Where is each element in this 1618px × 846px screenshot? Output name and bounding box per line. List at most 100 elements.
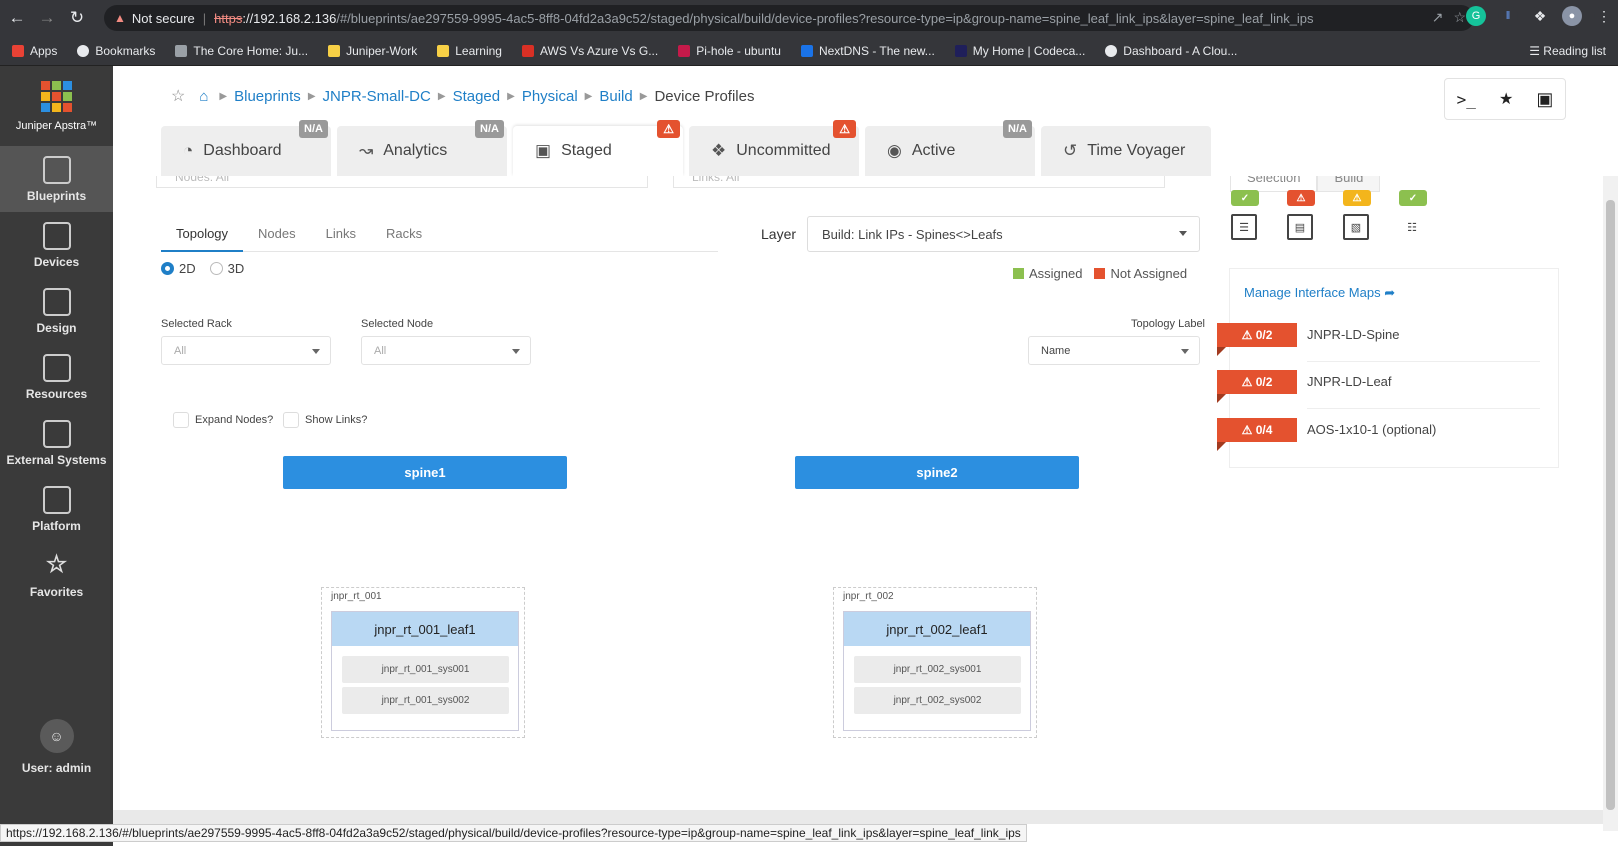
terminal-icon[interactable]: >_	[1457, 90, 1476, 109]
extension-icon[interactable]: ‖	[1498, 6, 1518, 26]
selected-node-select[interactable]: All	[361, 336, 531, 365]
tab-racks[interactable]: Racks	[371, 220, 437, 252]
bug-icon[interactable]: ★	[1499, 89, 1513, 109]
interface-map-row[interactable]: ⚠ 0/4 AOS-1x10-1 (optional)	[1217, 418, 1547, 466]
radio-2d[interactable]	[161, 262, 174, 275]
bookmark-apps[interactable]: Apps	[12, 44, 57, 58]
tab-analytics[interactable]: ↝ Analytics N/A	[337, 120, 507, 176]
sidebar-item-label: Resources	[25, 386, 88, 401]
tab-label: Dashboard	[203, 142, 282, 159]
breadcrumb-link[interactable]: JNPR-Small-DC	[323, 88, 431, 105]
breadcrumb-link[interactable]: Blueprints	[234, 88, 301, 105]
nodes-filter[interactable]: Nodes: All	[156, 176, 648, 188]
tab-label: Active	[911, 142, 956, 159]
breadcrumb-link[interactable]: Build	[599, 88, 632, 105]
grammarly-extension-icon[interactable]: G	[1466, 6, 1486, 26]
brand[interactable]: Juniper Apstra™	[0, 66, 113, 146]
sidebar-item-favorites[interactable]: ☆ Favorites	[0, 542, 113, 608]
bookmark-juniper-work[interactable]: Juniper-Work	[328, 44, 417, 58]
bookmark-codecademy[interactable]: My Home | Codeca...	[954, 44, 1085, 58]
system-node[interactable]: jnpr_rt_002_sys002	[854, 687, 1021, 714]
leaf-node[interactable]: jnpr_rt_001_leaf1	[332, 612, 518, 646]
back-icon[interactable]: ←	[4, 5, 30, 31]
unlock-icon[interactable]: ▣	[1536, 89, 1553, 110]
blueprint-header: ☆ ⌂ ▶ Blueprints ▶ JNPR-Small-DC ▶ Stage…	[113, 66, 1618, 176]
address-bar[interactable]: ▲ Not secure | https ://192.168.2.136 /#…	[104, 5, 1474, 31]
expand-nodes-checkbox[interactable]	[173, 412, 189, 428]
share-icon[interactable]: ↗	[1432, 9, 1444, 26]
favorite-star-icon[interactable]: ☆	[171, 86, 185, 106]
radio-3d[interactable]	[209, 262, 223, 275]
leaf-node[interactable]: jnpr_rt_002_leaf1	[844, 612, 1030, 646]
tab-topology[interactable]: Topology	[161, 220, 244, 252]
selected-rack-select[interactable]: All	[161, 336, 331, 365]
warning-icon: ⚠	[1241, 423, 1256, 437]
rack[interactable]: jnpr_rt_001 jnpr_rt_001_leaf1 jnpr_rt_00…	[321, 587, 525, 738]
forward-icon[interactable]: →	[34, 5, 60, 31]
sidebar-item-blueprints[interactable]: Blueprints	[0, 146, 113, 212]
system-node[interactable]: jnpr_rt_002_sys001	[854, 656, 1021, 683]
breadcrumb-link[interactable]: Physical	[522, 88, 578, 105]
user-menu[interactable]: ☺ User: admin	[0, 719, 113, 775]
manage-interface-maps-link[interactable]: Manage Interface Maps ➦	[1244, 285, 1395, 301]
sidebar-item-platform[interactable]: Platform	[0, 476, 113, 542]
apstra-logo-icon	[41, 80, 72, 112]
bookmark-core-home[interactable]: The Core Home: Ju...	[175, 44, 308, 58]
spine-node[interactable]: spine1	[283, 456, 567, 489]
build-category-topology[interactable]: ✓ ☷	[1399, 190, 1427, 240]
tab-nodes[interactable]: Nodes	[243, 220, 311, 252]
page-scrollbar[interactable]	[1603, 176, 1618, 831]
tab-uncommitted[interactable]: ❖ Uncommitted ⚠	[689, 120, 859, 176]
unassigned-count-badge: ⚠ 0/4	[1217, 418, 1297, 451]
tab-staged[interactable]: ▣ Staged ⚠	[513, 120, 683, 176]
build-category-logical[interactable]: ✓ ☰	[1231, 190, 1259, 240]
tab-label: Uncommitted	[736, 142, 831, 159]
spine-node[interactable]: spine2	[795, 456, 1079, 489]
bookmark-star-icon[interactable]: ☆	[1453, 9, 1466, 26]
hexagon-icon	[175, 44, 188, 57]
system-node[interactable]: jnpr_rt_001_sys001	[342, 656, 509, 683]
interface-map-row[interactable]: ⚠ 0/2 JNPR-LD-Spine	[1217, 323, 1547, 371]
bookmark-dashboard[interactable]: Dashboard - A Clou...	[1105, 44, 1237, 58]
breadcrumb-separator-icon: ▶	[307, 90, 316, 102]
sidebar-item-devices[interactable]: Devices	[0, 212, 113, 278]
tab-label: Analytics	[383, 142, 448, 159]
show-links-checkbox[interactable]	[283, 412, 299, 428]
interface-map-row[interactable]: ⚠ 0/2 JNPR-LD-Leaf	[1217, 370, 1547, 418]
tab-time-voyager[interactable]: ↺ Time Voyager	[1041, 126, 1211, 176]
menu-icon[interactable]: ⋮	[1594, 6, 1614, 26]
tab-dashboard[interactable]: ◔ Dashboard N/A	[161, 120, 331, 176]
folder-icon	[437, 44, 450, 57]
breadcrumb-link[interactable]: Staged	[453, 88, 501, 105]
staged-cube-icon: ▣	[535, 141, 552, 160]
build-category-devices[interactable]: ⚠ ▤	[1287, 190, 1315, 240]
apps-grid-icon	[12, 44, 24, 57]
sidebar-item-external-systems[interactable]: External Systems	[0, 410, 113, 476]
chevron-down-icon	[312, 349, 320, 354]
topology-label-select[interactable]: Name	[1028, 336, 1200, 365]
links-filter[interactable]: Links: All	[673, 176, 1165, 188]
bookmark-aws-azure[interactable]: AWS Vs Azure Vs G...	[521, 44, 658, 58]
tab-active[interactable]: ◉ Active N/A	[865, 120, 1035, 176]
sidebar-item-resources[interactable]: Resources	[0, 344, 113, 410]
reload-icon[interactable]: ↻	[64, 5, 90, 31]
profile-avatar-icon[interactable]: ●	[1562, 6, 1582, 26]
design-icon	[42, 287, 71, 316]
main-content: Nodes: All Links: All Topology Nodes Lin…	[113, 176, 1603, 810]
bookmark-pihole[interactable]: Pi-hole - ubuntu	[678, 44, 781, 58]
reading-list-button[interactable]: ☰ Reading list	[1529, 44, 1606, 58]
system-node[interactable]: jnpr_rt_001_sys002	[342, 687, 509, 714]
bookmark-learning[interactable]: Learning	[437, 44, 502, 58]
puzzle-icon[interactable]: ❖	[1530, 6, 1550, 26]
build-category-interface-maps[interactable]: ⚠ ▧	[1343, 190, 1371, 240]
layer-select[interactable]: Build: Link IPs - Spines<>Leafs	[807, 216, 1200, 252]
bookmark-nextdns[interactable]: NextDNS - The new...	[800, 44, 935, 58]
tab-links[interactable]: Links	[311, 220, 371, 252]
star-icon	[77, 44, 90, 57]
sidebar-item-design[interactable]: Design	[0, 278, 113, 344]
home-icon[interactable]: ⌂	[199, 88, 208, 105]
bookmark-bookmarks[interactable]: Bookmarks	[77, 44, 155, 58]
user-label: User: admin	[21, 761, 92, 775]
rack[interactable]: jnpr_rt_002 jnpr_rt_002_leaf1 jnpr_rt_00…	[833, 587, 1037, 738]
scrollbar-thumb[interactable]	[1606, 200, 1615, 810]
